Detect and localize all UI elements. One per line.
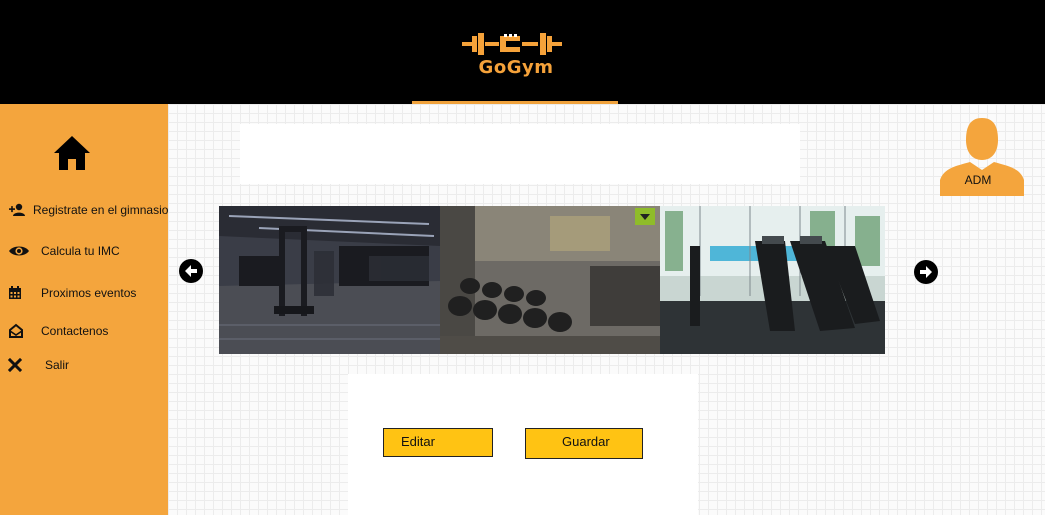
gym-photo-carousel[interactable] [219,206,885,354]
user-role-label: ADM [964,173,992,187]
photo-dropdown-button[interactable] [635,208,655,225]
arrow-left-icon [185,265,197,277]
sidebar-item-label: Calcula tu IMC [41,244,120,258]
edit-button[interactable]: Editar [383,428,493,457]
sidebar: Registrate en el gimnasio Calcula tu IMC… [0,104,168,515]
edit-button-label: Editar [401,434,435,449]
close-icon [8,358,22,372]
sidebar-item-events[interactable]: Proximos eventos [8,283,136,303]
treadmill-photo [660,206,885,354]
save-button-label: Guardar [562,434,610,449]
sidebar-item-logout[interactable]: Salir [8,355,69,375]
mail-icon [9,323,23,338]
dumbbell-rack-photo [440,206,660,354]
top-header: GoGym [0,0,1045,105]
carousel-prev-button[interactable] [179,259,203,283]
content-panel-top [240,124,800,184]
brand-name: GoGym [478,57,554,78]
add-user-icon [9,203,25,216]
gogym-logo[interactable]: GoGym [460,30,572,80]
dumbbell-icon [462,33,562,55]
sidebar-item-imc[interactable]: Calcula tu IMC [8,241,120,261]
user-avatar[interactable]: ADM [940,118,1024,196]
save-button[interactable]: Guardar [525,428,643,459]
home-icon[interactable] [52,134,92,172]
sidebar-item-label: Contactenos [41,324,109,338]
sidebar-item-contact[interactable]: Contactenos [8,321,108,341]
chevron-down-icon [640,214,650,220]
sidebar-item-register[interactable]: Registrate en el gimnasio [8,200,168,220]
sidebar-item-label: Salir [45,358,70,372]
sidebar-item-label: Proximos eventos [41,286,137,300]
calendar-icon [9,286,21,299]
gym-floor-photo [219,206,440,354]
arrow-right-icon [920,266,932,278]
eye-icon [9,246,29,256]
carousel-next-button[interactable] [914,260,938,284]
sidebar-item-label: Registrate en el gimnasio [33,203,169,217]
